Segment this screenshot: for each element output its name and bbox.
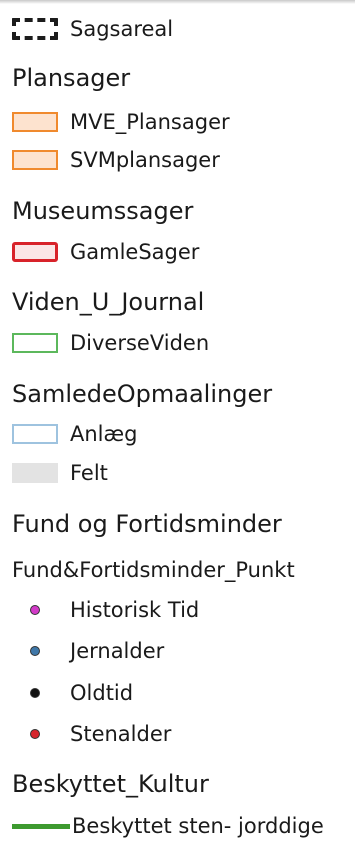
legend-item-beskyttet-dige[interactable]: Beskyttet sten- jorddige — [12, 812, 324, 840]
legend-item-sagsareal[interactable]: Sagsareal — [12, 15, 173, 43]
group-title-opmaalinger[interactable]: SamledeOpmaalinger — [12, 380, 272, 408]
group-title-museumssager[interactable]: Museumssager — [12, 197, 193, 225]
legend-item-gamlesager[interactable]: GamleSager — [12, 238, 199, 266]
legend-item-label: Jernalder — [70, 639, 165, 663]
orange-fill-swatch-icon — [12, 150, 58, 170]
legend-item-label: DiverseViden — [70, 331, 210, 355]
green-line-symbol-icon — [12, 823, 70, 829]
legend-item-anlaeg[interactable]: Anlæg — [12, 420, 137, 448]
legend-item-label: Anlæg — [70, 422, 138, 446]
red-outline-swatch-icon — [12, 242, 58, 262]
legend-item-label: Historisk Tid — [70, 598, 200, 622]
group-title-viden[interactable]: Viden_U_Journal — [12, 288, 204, 316]
legend-item-felt[interactable]: Felt — [12, 459, 108, 487]
legend-item-diverseviden[interactable]: DiverseViden — [12, 329, 209, 357]
orange-fill-swatch-icon — [12, 112, 58, 132]
legend-item-oldtid[interactable]: Oldtid — [12, 679, 133, 707]
legend-item-label: Oldtid — [70, 681, 134, 705]
legend-item-jernalder[interactable]: Jernalder — [12, 637, 164, 665]
legend-item-label: Beskyttet sten- jorddige — [72, 814, 324, 838]
magenta-point-icon — [30, 605, 40, 615]
group-title-beskyttet[interactable]: Beskyttet_Kultur — [12, 770, 209, 798]
subgroup-title-fund-punkt[interactable]: Fund&Fortidsminder_Punkt — [12, 558, 295, 582]
blue-outline-swatch-icon — [12, 424, 58, 444]
legend-item-stenalder[interactable]: Stenalder — [12, 720, 171, 748]
group-title-fund[interactable]: Fund og Fortidsminder — [12, 510, 282, 538]
red-point-icon — [30, 729, 40, 739]
legend-item-label: MVE_Plansager — [70, 110, 230, 134]
group-title-plansager[interactable]: Plansager — [12, 64, 130, 92]
green-outline-swatch-icon — [12, 333, 58, 353]
legend-item-historisk-tid[interactable]: Historisk Tid — [12, 596, 199, 624]
legend-item-label: Sagsareal — [70, 17, 174, 41]
legend-item-label: GamleSager — [70, 240, 200, 264]
legend-item-label: Stenalder — [70, 722, 172, 746]
legend-item-mve-plansager[interactable]: MVE_Plansager — [12, 108, 230, 136]
map-legend-panel: Sagsareal Plansager MVE_Plansager SVMpla… — [0, 0, 355, 841]
blue-point-icon — [30, 646, 40, 656]
legend-item-svmplansager[interactable]: SVMplansager — [12, 146, 220, 174]
black-point-icon — [30, 688, 40, 698]
legend-item-label: Felt — [70, 461, 108, 485]
legend-item-label: SVMplansager — [70, 148, 220, 172]
grey-fill-swatch-icon — [12, 463, 58, 483]
dashed-outline-swatch-icon — [12, 18, 58, 40]
